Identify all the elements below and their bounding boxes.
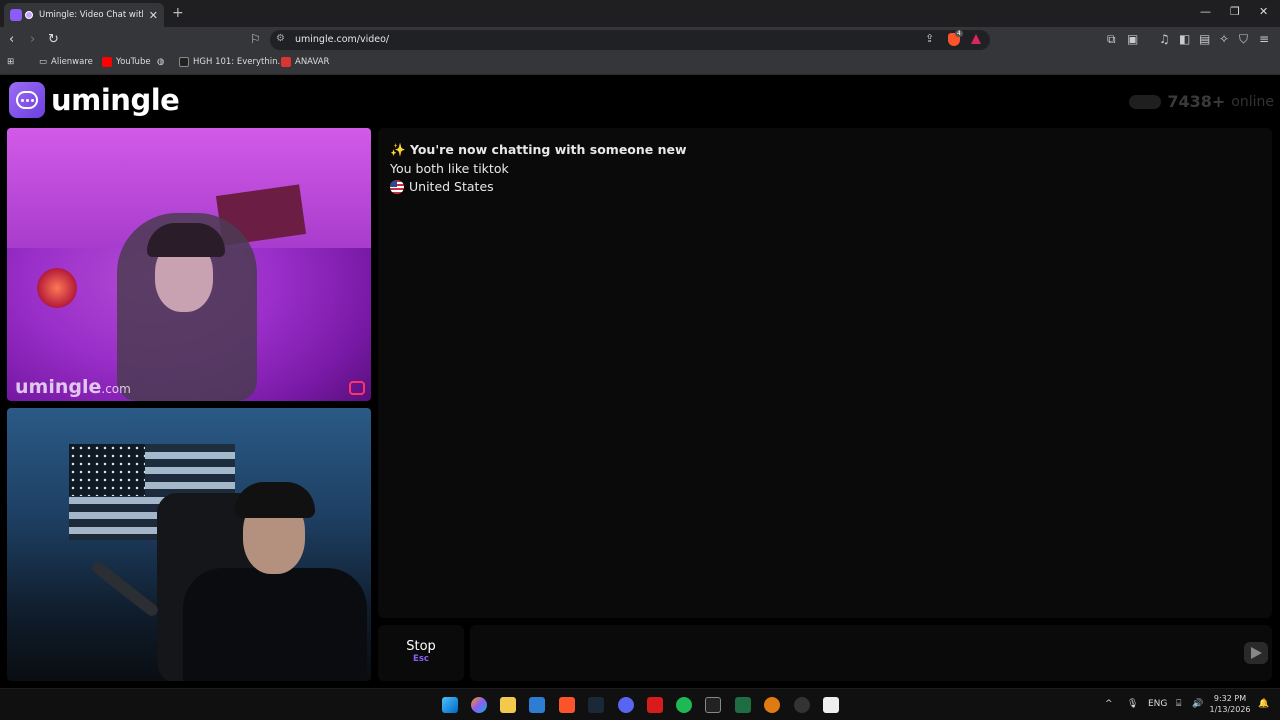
site-icon [179, 57, 189, 67]
umingle-favicon [10, 9, 22, 21]
copilot-icon[interactable] [471, 697, 487, 713]
brave-rewards-icon[interactable] [971, 34, 981, 44]
bookmark-label: HGH 101: Everythin... [193, 57, 286, 67]
url-text: umingle.com/video/ [295, 34, 390, 45]
volume-icon[interactable]: 🔊 [1192, 699, 1203, 709]
self-body [183, 568, 367, 681]
report-flag-icon[interactable] [349, 381, 365, 395]
send-icon [1250, 647, 1262, 659]
globe-icon: ◍ [157, 57, 165, 67]
bookmark-youtube[interactable]: YouTube [102, 57, 151, 67]
bookmark-anavar[interactable]: ANAVAR [281, 57, 329, 67]
notification-bell-icon[interactable]: 🔔 [1258, 699, 1269, 709]
clock-date: 1/13/2026 [1209, 705, 1251, 714]
excel-icon[interactable] [735, 697, 751, 713]
tab-close-icon[interactable]: ✕ [149, 9, 158, 22]
stop-label: Stop [406, 639, 436, 654]
window-close-icon[interactable]: ✕ [1259, 5, 1268, 18]
site-settings-icon[interactable]: ⚙ [276, 33, 285, 44]
apps-grid-icon[interactable]: ⊞ [7, 57, 14, 67]
bookmark-label: Alienware [51, 57, 93, 67]
us-flag-icon [390, 179, 404, 194]
browser-toolbar: ‹ › ↻ ⚐ ⚙ umingle.com/video/ ⇪ 4 ⧉ ▣ ♫ ◧… [0, 27, 1280, 53]
youtube-icon [102, 57, 112, 67]
shields-count-badge: 4 [955, 30, 963, 37]
file-explorer-icon[interactable] [500, 697, 516, 713]
language-indicator[interactable]: ENG [1148, 699, 1167, 709]
sparkle-icon: ✨ [390, 142, 406, 157]
start-icon[interactable] [442, 697, 458, 713]
folder-icon: ▭ [39, 57, 48, 67]
steam-icon[interactable] [588, 697, 604, 713]
windows-taskbar: ^ 🎙 ENG ⌸ 🔊 9:32 PM 1/13/2026 🔔 [0, 688, 1280, 720]
logo-text: umingle [51, 83, 180, 117]
bookmark-alienware[interactable]: ▭ Alienware [39, 57, 93, 67]
online-count: 7438+ [1167, 92, 1226, 111]
obs-icon[interactable] [794, 697, 810, 713]
recording-indicator-icon [25, 11, 33, 19]
system-message: ✨ You're now chatting with someone new [390, 142, 687, 157]
anavar-site-icon [281, 57, 291, 67]
network-icon[interactable]: ⌸ [1176, 699, 1181, 709]
sidebar-icon[interactable]: ◧ [1179, 32, 1190, 46]
capcut-icon[interactable] [823, 697, 839, 713]
common-interest-message: You both like tiktok [390, 161, 509, 176]
flame-app-icon[interactable] [764, 697, 780, 713]
brave-browser-icon[interactable] [559, 697, 575, 713]
discord-icon[interactable] [618, 697, 634, 713]
forward-icon[interactable]: › [30, 32, 35, 47]
chat-panel: ✨ You're now chatting with someone new Y… [378, 128, 1272, 618]
message-input[interactable] [470, 625, 1272, 681]
address-bar[interactable]: ⚙ umingle.com/video/ ⇪ 4 [270, 30, 990, 50]
stop-shortcut: Esc [413, 654, 429, 664]
online-counter: 7438+ online [1129, 92, 1274, 111]
bookmark-label: YouTube [116, 57, 151, 67]
store-icon[interactable] [529, 697, 545, 713]
bookmark-page-icon[interactable]: ⚐ [250, 32, 261, 46]
video-watermark: umingle.com [15, 376, 131, 398]
spotify-icon[interactable] [676, 697, 692, 713]
self-hair [235, 482, 315, 518]
stranger-video: umingle.com [7, 128, 371, 401]
extensions-icon[interactable]: ⧉ [1107, 32, 1116, 47]
lamp-light [37, 268, 77, 308]
online-label: online [1231, 93, 1274, 110]
reload-icon[interactable]: ↻ [48, 32, 59, 47]
self-video [7, 408, 371, 681]
new-tab-button[interactable]: + [172, 5, 184, 21]
share-icon[interactable]: ⇪ [925, 32, 934, 45]
bookmarks-bar: ⊞ ▭ Alienware YouTube ◍ HGH 101: Everyth… [0, 53, 1280, 75]
minimize-icon[interactable]: — [1200, 5, 1211, 18]
wallet-panel-icon[interactable]: ▤ [1199, 32, 1210, 46]
tab-title: Umingle: Video Chat with Str [39, 10, 143, 20]
stranger-hair [147, 223, 225, 257]
browser-tab-bar: Umingle: Video Chat with Str ✕ + — ❐ ✕ [0, 0, 1280, 27]
mic-arm [89, 559, 161, 619]
back-icon[interactable]: ‹ [9, 32, 14, 47]
bookmark-globe[interactable]: ◍ [157, 57, 164, 67]
chat-bubble-logo-icon [9, 82, 45, 118]
bookmark-label: ANAVAR [295, 57, 330, 67]
tray-chevron-icon[interactable]: ^ [1105, 699, 1113, 709]
leo-ai-icon[interactable]: ✧ [1219, 32, 1229, 46]
site-logo[interactable]: umingle [9, 82, 180, 118]
send-button[interactable] [1244, 642, 1268, 664]
country-message: United States [390, 179, 494, 194]
umingle-page: umingle 7438+ online umingle.com ✨ You'r… [0, 76, 1280, 688]
restore-icon[interactable]: ❐ [1230, 5, 1240, 18]
clock-time: 9:32 PM [1213, 694, 1247, 703]
media-icon[interactable]: ♫ [1159, 32, 1170, 46]
menu-icon[interactable]: ≡ [1259, 32, 1269, 46]
flag-stars [69, 444, 145, 496]
red-app-icon[interactable] [647, 697, 663, 713]
browser-tab[interactable]: Umingle: Video Chat with Str ✕ [4, 3, 164, 27]
stop-button[interactable]: Stop Esc [378, 625, 464, 681]
microphone-icon[interactable]: 🎙 [1127, 699, 1138, 709]
vpn-icon[interactable]: ⛉ [1239, 32, 1248, 47]
taskbar-clock[interactable]: 9:32 PM 1/13/2026 [1208, 693, 1252, 715]
wallet-icon[interactable]: ▣ [1127, 32, 1138, 46]
theme-toggle[interactable] [1129, 94, 1162, 109]
epic-games-icon[interactable] [705, 697, 721, 713]
bookmark-hgh[interactable]: HGH 101: Everythin... [179, 57, 286, 67]
